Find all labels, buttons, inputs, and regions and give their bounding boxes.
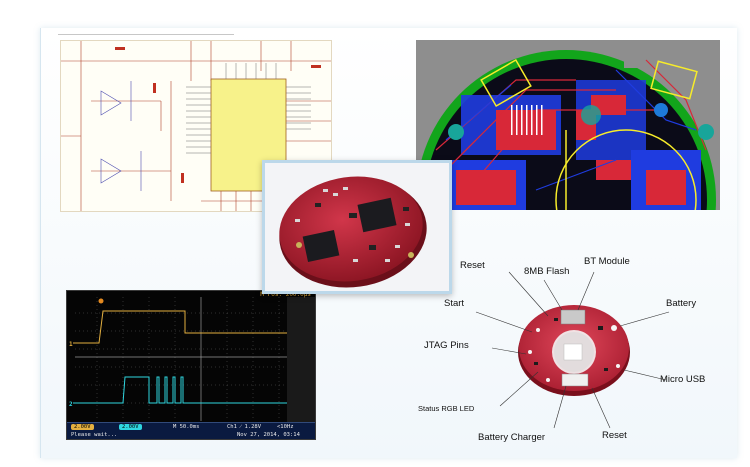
label-battery-charger: Battery Charger: [478, 432, 546, 443]
trigger-frequency: <10Hz: [277, 424, 294, 430]
scope-status-text: Please wait...: [71, 432, 118, 438]
label-reset-top: Reset: [460, 260, 485, 271]
label-status-rgb-led: Status RGB LED: [418, 404, 475, 413]
label-bt-module: BT Module: [584, 256, 630, 267]
label-reset-bottom: Reset: [602, 430, 627, 441]
pcb-layout-image: [416, 40, 720, 210]
ch2-scale: 2.00V: [119, 424, 142, 430]
label-battery: Battery: [666, 298, 697, 309]
label-micro-usb: Micro USB: [660, 374, 706, 385]
timebase: M 50.0ms: [173, 424, 200, 430]
scope-status-bar: 2.00V 2.00V M 50.0ms Ch1 ⁄ 1.28V <10Hz P…: [67, 422, 315, 439]
divider-line: [58, 34, 234, 35]
label-8mb-flash: 8MB Flash: [524, 266, 570, 277]
oscilloscope-capture: 1 2 M Pos: 200.0μs 2.00V 2.00V M 50.0ms …: [66, 290, 316, 440]
scope-datetime: Nov 27, 2014, 03:14: [237, 432, 300, 438]
label-start: Start: [444, 298, 465, 309]
ch2-marker: 2: [69, 401, 73, 408]
ch1-scale: 2.00V: [71, 424, 94, 430]
label-jtag-pins: JTAG Pins: [424, 340, 469, 351]
ch1-marker: 1: [69, 341, 73, 348]
labeled-board-diagram: Reset 8MB Flash BT Module Start Battery …: [414, 232, 724, 454]
trigger-level: Ch1 ⁄ 1.28V: [227, 424, 262, 430]
